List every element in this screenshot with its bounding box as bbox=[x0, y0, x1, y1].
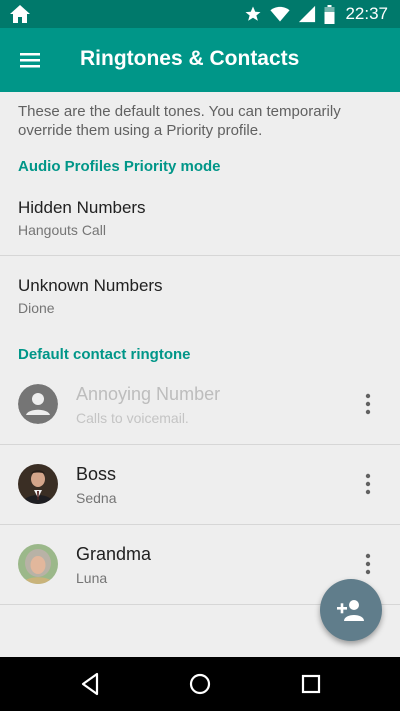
add-person-icon bbox=[337, 600, 364, 621]
section-header-default-contact-ringtone: Default contact ringtone bbox=[18, 346, 191, 363]
contact-item-boss[interactable]: Boss Sedna bbox=[0, 444, 400, 524]
navigation-bar bbox=[0, 657, 400, 711]
avatar bbox=[18, 544, 58, 584]
page-title: Ringtones & Contacts bbox=[80, 47, 300, 70]
contact-ringtone: Luna bbox=[76, 570, 108, 586]
app-toolbar: Ringtones & Contacts bbox=[0, 28, 400, 92]
more-options-icon[interactable] bbox=[356, 392, 380, 416]
more-options-icon[interactable] bbox=[356, 472, 380, 496]
pref-title: Hidden Numbers bbox=[18, 198, 146, 217]
section-header-audio-profiles: Audio Profiles Priority mode bbox=[18, 158, 221, 175]
contact-ringtone: Calls to voicemail. bbox=[76, 410, 189, 426]
signal-icon bbox=[299, 5, 316, 23]
recents-icon[interactable] bbox=[298, 671, 324, 697]
status-bar: 22:37 bbox=[0, 0, 400, 28]
home-icon[interactable] bbox=[187, 671, 213, 697]
contact-item-annoying-number[interactable]: Annoying Number Calls to voicemail. bbox=[0, 364, 400, 444]
back-icon[interactable] bbox=[77, 671, 103, 697]
contact-name: Annoying Number bbox=[76, 384, 221, 404]
star-icon bbox=[245, 6, 261, 21]
home-icon bbox=[10, 5, 30, 23]
divider bbox=[0, 255, 400, 256]
hamburger-menu-icon[interactable] bbox=[16, 46, 44, 74]
add-contact-fab[interactable] bbox=[320, 579, 382, 641]
contact-ringtone: Sedna bbox=[76, 490, 117, 506]
battery-icon bbox=[324, 4, 335, 24]
pref-unknown-numbers[interactable]: Unknown Numbers Dione bbox=[0, 262, 400, 332]
person-placeholder-icon bbox=[18, 384, 58, 424]
pref-summary: Hangouts Call bbox=[18, 222, 106, 238]
pref-title: Unknown Numbers bbox=[18, 276, 163, 295]
more-options-icon[interactable] bbox=[356, 552, 380, 576]
wifi-icon bbox=[270, 6, 291, 22]
intro-text: These are the default tones. You can tem… bbox=[18, 103, 341, 139]
pref-summary: Dione bbox=[18, 300, 55, 316]
clock: 22:37 bbox=[345, 4, 388, 23]
contact-name: Grandma bbox=[76, 544, 152, 564]
avatar bbox=[18, 464, 58, 504]
contact-name: Boss bbox=[76, 464, 117, 484]
pref-hidden-numbers[interactable]: Hidden Numbers Hangouts Call bbox=[0, 186, 400, 256]
